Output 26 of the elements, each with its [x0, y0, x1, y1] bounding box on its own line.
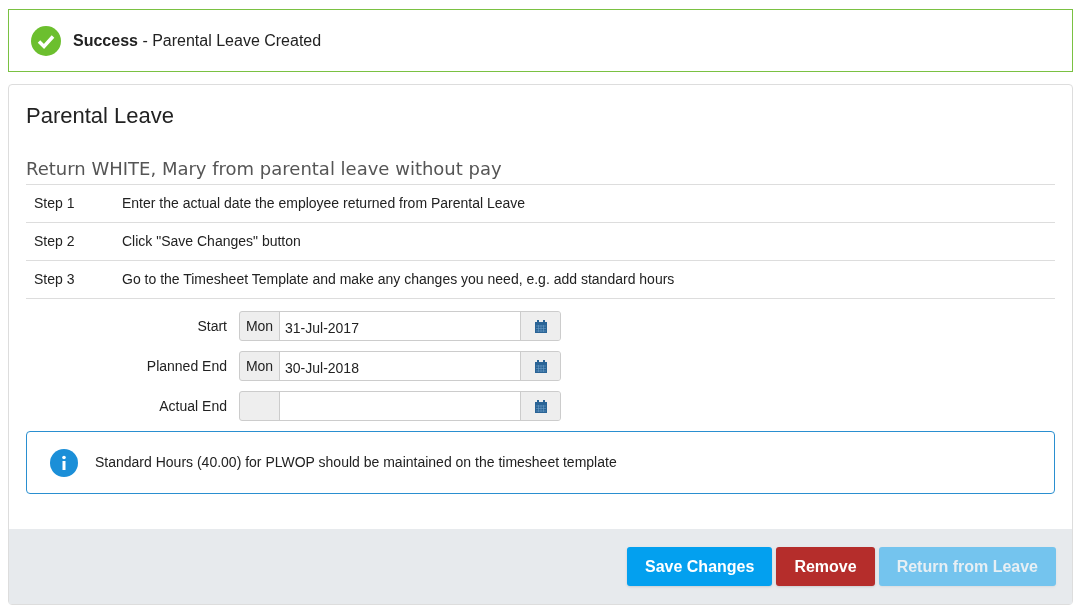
step-text: Enter the actual date the employee returned from Parental Leave — [122, 194, 526, 213]
action-button[interactable]: Remove — [776, 547, 875, 586]
info-icon — [50, 448, 78, 477]
alert-message: Success - Parental Leave Created — [73, 30, 322, 51]
day-label: Mon — [244, 357, 275, 376]
info-message: Standard Hours (40.00) for PLWOP should be maintained on the timesheet template — [95, 453, 617, 472]
check-circle-icon — [31, 25, 61, 56]
date-field[interactable]: Mon 30-Jul-2018 — [239, 351, 561, 381]
date-field[interactable] — [239, 391, 561, 421]
calendar-icon — [534, 359, 547, 373]
date-value: 31-Jul-2017 — [279, 312, 520, 340]
calendar-icon — [534, 399, 547, 413]
date-field[interactable]: Mon 31-Jul-2017 — [239, 311, 561, 341]
panel-title: Parental Leave — [26, 102, 175, 130]
field-label: Start — [196, 316, 228, 336]
step-label: Step 2 — [33, 232, 76, 251]
panel-subtitle: Return WHITE, Mary from parental leave without pay — [26, 155, 1055, 185]
field-label: Planned End — [145, 356, 228, 376]
step-text: Go to the Timesheet Template and make any changes you need, e.g. add standard hours — [122, 270, 675, 289]
day-label: Mon — [244, 317, 275, 336]
field-label: Actual End — [158, 396, 228, 416]
calendar-icon — [534, 319, 547, 333]
step-label: Step 3 — [33, 270, 76, 289]
date-value: 30-Jul-2018 — [279, 352, 520, 380]
step-text: Click "Save Changes" button — [122, 232, 301, 251]
step-label: Step 1 — [33, 194, 76, 213]
